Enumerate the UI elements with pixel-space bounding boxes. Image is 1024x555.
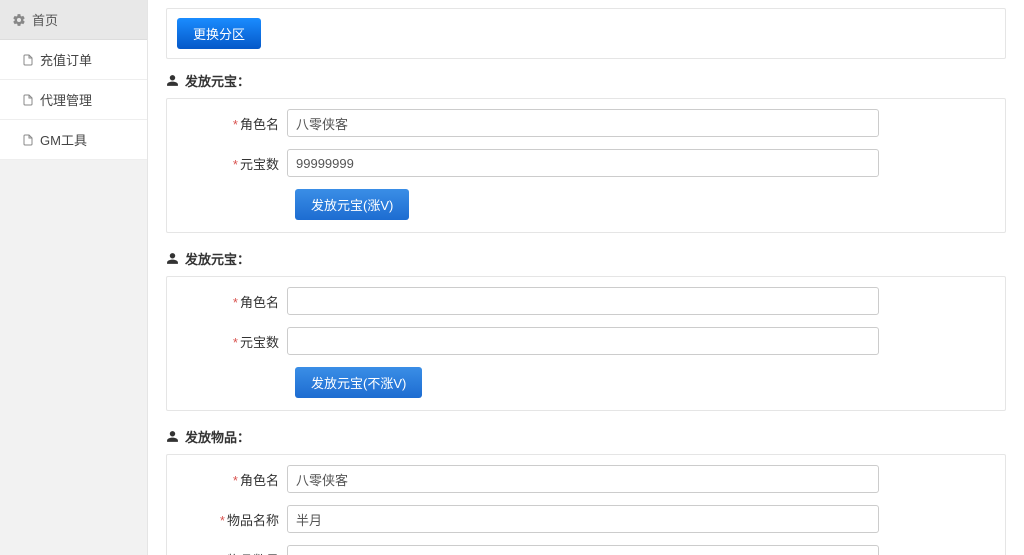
sidebar-item-label: GM工具 xyxy=(40,130,87,149)
file-icon xyxy=(22,53,34,67)
submit-yuanbao-nov-button[interactable]: 发放元宝(不涨V) xyxy=(295,367,422,398)
item-name-input[interactable] xyxy=(287,505,879,533)
role-label: *角色名 xyxy=(177,470,287,489)
top-toolbar: 更换分区 xyxy=(166,8,1006,59)
sidebar-home-label: 首页 xyxy=(32,10,58,29)
user-icon xyxy=(166,430,179,443)
section-title-item: 发放物品： xyxy=(166,427,1006,446)
section-title-text: 发放元宝： xyxy=(185,71,250,90)
main-content: 更换分区 发放元宝： *角色名 *元宝数 发放元宝(涨V) xyxy=(148,0,1024,555)
sidebar-item-agent[interactable]: 代理管理 xyxy=(0,80,147,120)
item-name-label: *物品名称 xyxy=(177,510,287,529)
section-title-yuanbao-v: 发放元宝： xyxy=(166,71,1006,90)
section-title-text: 发放物品： xyxy=(185,427,250,446)
sidebar-item-recharge[interactable]: 充值订单 xyxy=(0,40,147,80)
role-input[interactable] xyxy=(287,287,879,315)
section-title-yuanbao-nov: 发放元宝： xyxy=(166,249,1006,268)
file-icon xyxy=(22,93,34,107)
amount-input[interactable] xyxy=(287,327,879,355)
sidebar-item-label: 充值订单 xyxy=(40,50,92,69)
amount-input[interactable] xyxy=(287,149,879,177)
user-icon xyxy=(166,252,179,265)
item-role-input[interactable] xyxy=(287,465,879,493)
panel-yuanbao-v: *角色名 *元宝数 发放元宝(涨V) xyxy=(166,98,1006,233)
file-icon xyxy=(22,133,34,147)
item-qty-label: *物品数量 xyxy=(177,550,287,555)
amount-label: *元宝数 xyxy=(177,154,287,173)
gear-icon xyxy=(12,13,26,27)
sidebar-item-label: 代理管理 xyxy=(40,90,92,109)
item-qty-input[interactable] xyxy=(287,545,879,555)
user-icon xyxy=(166,74,179,87)
panel-item: *角色名 *物品名称 *物品数量 发放物品 xyxy=(166,454,1006,555)
role-label: *角色名 xyxy=(177,292,287,311)
submit-yuanbao-v-button[interactable]: 发放元宝(涨V) xyxy=(295,189,409,220)
sidebar-item-gm[interactable]: GM工具 xyxy=(0,120,147,160)
switch-zone-button[interactable]: 更换分区 xyxy=(177,18,261,49)
role-label: *角色名 xyxy=(177,114,287,133)
section-title-text: 发放元宝： xyxy=(185,249,250,268)
sidebar-home[interactable]: 首页 xyxy=(0,0,147,40)
amount-label: *元宝数 xyxy=(177,332,287,351)
panel-yuanbao-nov: *角色名 *元宝数 发放元宝(不涨V) xyxy=(166,276,1006,411)
sidebar: 首页 充值订单 代理管理 GM工具 xyxy=(0,0,148,555)
role-input[interactable] xyxy=(287,109,879,137)
